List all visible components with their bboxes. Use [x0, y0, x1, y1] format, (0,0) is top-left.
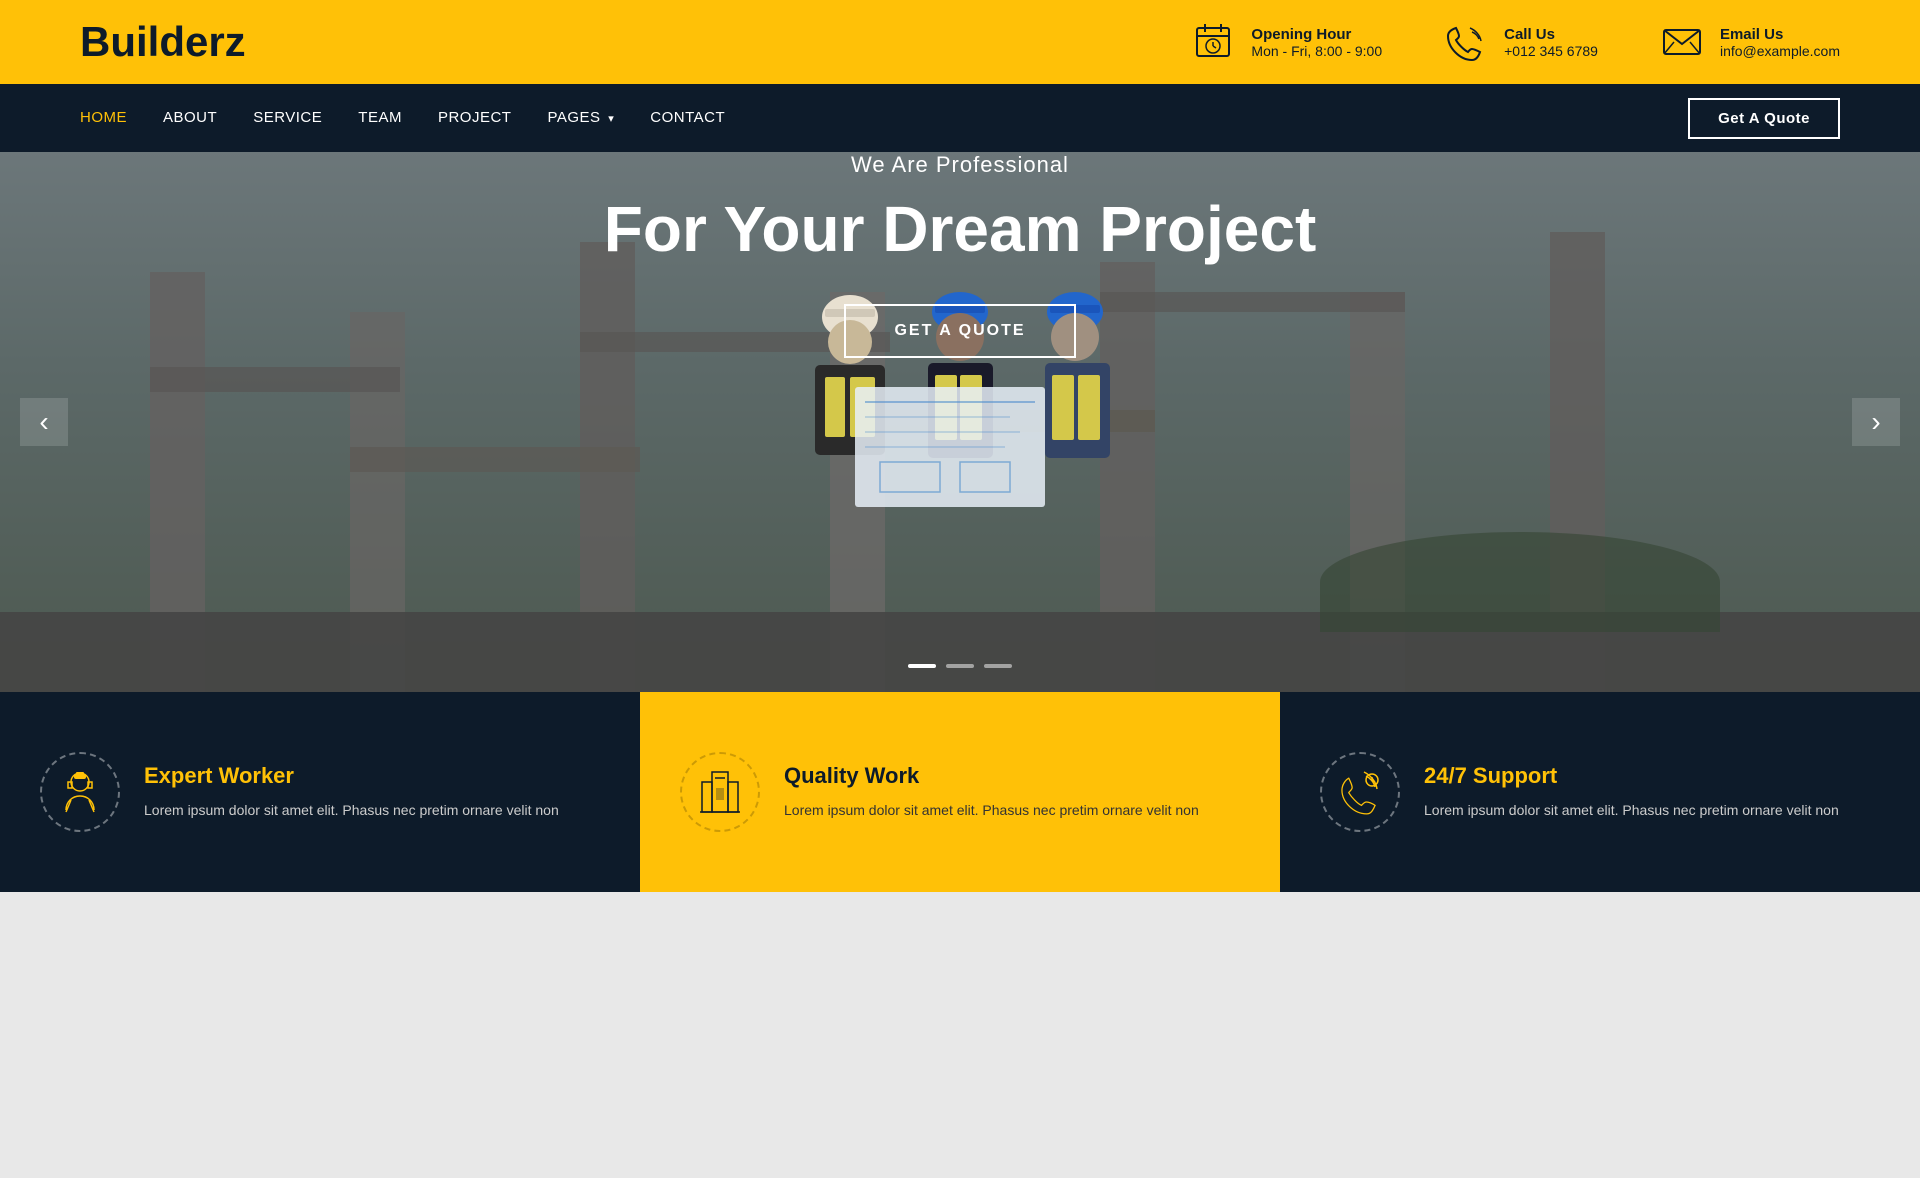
card-quality-work: Quality Work Lorem ipsum dolor sit amet … [640, 692, 1280, 892]
nav-get-quote-button[interactable]: Get A Quote [1688, 98, 1840, 139]
quality-work-desc: Lorem ipsum dolor sit amet elit. Phasus … [784, 799, 1199, 821]
hero-cta-button[interactable]: GET A QUOTE [844, 304, 1075, 358]
email-us-text: Email Us info@example.com [1720, 26, 1840, 59]
hero-dot-2[interactable] [946, 664, 974, 668]
card-support: 24/7 Support Lorem ipsum dolor sit amet … [1280, 692, 1920, 892]
call-us-text: Call Us +012 345 6789 [1504, 26, 1598, 59]
hero-next-button[interactable]: › [1852, 398, 1900, 446]
call-us-label: Call Us [1504, 26, 1598, 43]
nav-item-service[interactable]: SERVICE [253, 109, 322, 127]
call-us-item: Call Us +012 345 6789 [1442, 18, 1598, 66]
hero-title: For Your Dream Project [0, 194, 1920, 264]
hero-subtitle: We Are Professional [0, 152, 1920, 178]
opening-hour-value: Mon - Fri, 8:00 - 9:00 [1251, 43, 1382, 59]
hero-dot-3[interactable] [984, 664, 1012, 668]
opening-hour-text: Opening Hour Mon - Fri, 8:00 - 9:00 [1251, 26, 1382, 59]
support-icon-circle [1320, 752, 1400, 832]
phone-icon [1442, 18, 1490, 66]
quality-work-title: Quality Work [784, 763, 1199, 789]
nav-link-team[interactable]: TEAM [358, 109, 402, 126]
hero-prev-button[interactable]: ‹ [20, 398, 68, 446]
email-us-value: info@example.com [1720, 43, 1840, 59]
card-expert-worker: Expert Worker Lorem ipsum dolor sit amet… [0, 692, 640, 892]
bottom-cards: Expert Worker Lorem ipsum dolor sit amet… [0, 692, 1920, 892]
quality-work-text: Quality Work Lorem ipsum dolor sit amet … [784, 763, 1199, 821]
expert-worker-title: Expert Worker [144, 763, 559, 789]
nav-item-contact[interactable]: CONTACT [650, 109, 725, 127]
nav-link-contact[interactable]: CONTACT [650, 109, 725, 126]
nav-item-team[interactable]: TEAM [358, 109, 402, 127]
expert-worker-desc: Lorem ipsum dolor sit amet elit. Phasus … [144, 799, 559, 821]
nav-link-project[interactable]: PROJECT [438, 109, 512, 126]
nav-link-service[interactable]: SERVICE [253, 109, 322, 126]
navbar: HOME ABOUT SERVICE TEAM PROJECT PAGES ▾ … [0, 84, 1920, 152]
email-us-item: Email Us info@example.com [1658, 18, 1840, 66]
hero-content: We Are Professional For Your Dream Proje… [0, 152, 1920, 358]
nav-item-about[interactable]: ABOUT [163, 109, 217, 127]
nav-item-pages[interactable]: PAGES ▾ [547, 109, 614, 127]
nav-item-home[interactable]: HOME [80, 109, 127, 127]
top-info: Opening Hour Mon - Fri, 8:00 - 9:00 Call… [1189, 18, 1840, 66]
opening-hour-icon [1189, 18, 1237, 66]
support-title: 24/7 Support [1424, 763, 1839, 789]
call-us-value: +012 345 6789 [1504, 43, 1598, 59]
nav-link-about[interactable]: ABOUT [163, 109, 217, 126]
email-us-label: Email Us [1720, 26, 1840, 43]
nav-link-pages[interactable]: PAGES ▾ [547, 109, 614, 126]
expert-worker-icon-circle [40, 752, 120, 832]
nav-link-home[interactable]: HOME [80, 109, 127, 126]
hero-dot-1[interactable] [908, 664, 936, 668]
support-text: 24/7 Support Lorem ipsum dolor sit amet … [1424, 763, 1839, 821]
top-bar: Builderz Opening Hour Mon - Fri, 8:00 - … [0, 0, 1920, 84]
support-desc: Lorem ipsum dolor sit amet elit. Phasus … [1424, 799, 1839, 821]
nav-links: HOME ABOUT SERVICE TEAM PROJECT PAGES ▾ … [80, 109, 1688, 127]
expert-worker-text: Expert Worker Lorem ipsum dolor sit amet… [144, 763, 559, 821]
hero-section: ‹ › We Are Professional For Your Dream P… [0, 152, 1920, 692]
opening-hour-item: Opening Hour Mon - Fri, 8:00 - 9:00 [1189, 18, 1382, 66]
quality-work-icon-circle [680, 752, 760, 832]
brand-logo: Builderz [80, 18, 246, 66]
opening-hour-label: Opening Hour [1251, 26, 1382, 43]
nav-item-project[interactable]: PROJECT [438, 109, 512, 127]
pages-dropdown-arrow: ▾ [608, 113, 614, 125]
hero-dots [908, 664, 1012, 668]
email-icon [1658, 18, 1706, 66]
